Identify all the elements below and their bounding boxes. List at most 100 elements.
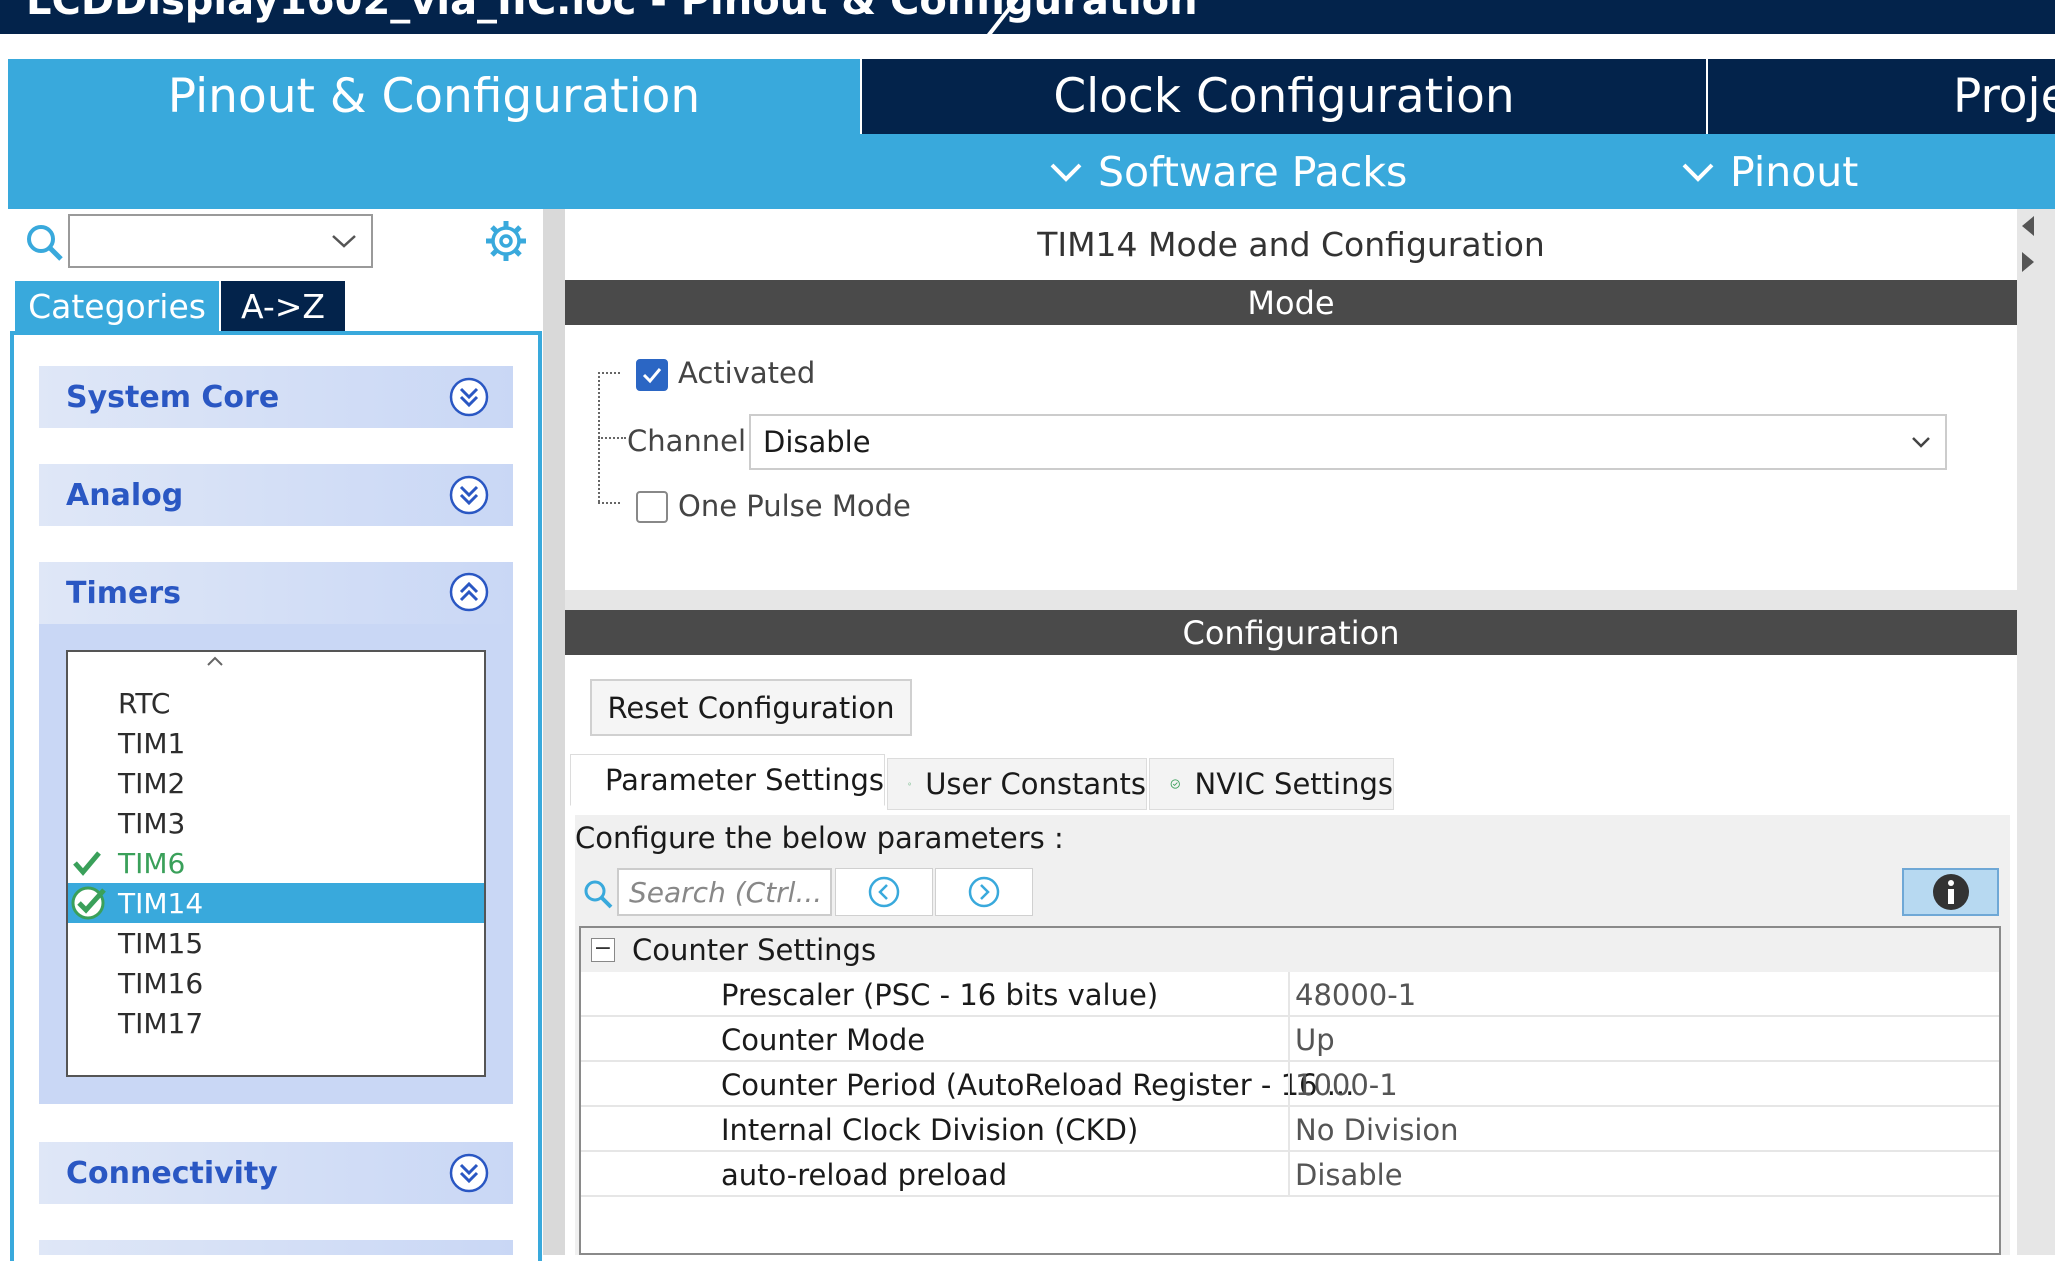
info-button[interactable] [1902,868,1999,916]
one-pulse-mode-checkbox[interactable] [636,491,668,523]
category-label: System Core [66,379,280,415]
category-label: Connectivity [66,1155,278,1191]
table-row[interactable]: Internal Clock Division (CKD) No Divisio… [581,1107,1999,1152]
tab-parameter-settings[interactable]: Parameter Settings [570,754,885,806]
panel-splitter[interactable] [543,209,565,1255]
double-chevron-down-icon[interactable] [448,376,490,418]
table-row[interactable]: auto-reload preload Disable [581,1152,1999,1197]
category-analog[interactable]: Analog [39,464,513,526]
parameter-search-input[interactable]: Search (Ctrl... [617,868,832,916]
group-label: Counter Settings [632,933,877,967]
right-edge-bar [2017,209,2055,1255]
gear-icon[interactable] [484,219,528,263]
chevron-down-icon [1682,163,1714,182]
table-row[interactable]: Counter Period (AutoReload Register - 16… [581,1062,1999,1107]
scroll-up-icon[interactable] [205,654,225,668]
table-row[interactable]: Counter Mode Up [581,1017,1999,1062]
tab-label: NVIC Settings [1194,767,1394,801]
check-circle-icon [908,782,912,786]
tab-pinout-configuration[interactable]: Pinout & Configuration [8,59,860,134]
collapse-icon[interactable]: − [591,938,615,962]
search-next-button[interactable] [935,868,1033,916]
list-item-label: TIM16 [118,966,204,1000]
column-divider [1288,1107,1290,1152]
parameter-grid: − Counter Settings Prescaler (PSC - 16 b… [579,926,2001,1255]
search-icon[interactable] [24,222,64,262]
column-divider [1288,1152,1290,1197]
table-row[interactable]: Prescaler (PSC - 16 bits value) 48000-1 [581,972,1999,1017]
tab-nvic-settings[interactable]: NVIC Settings [1149,758,1394,810]
param-value[interactable]: No Division [1295,1107,1459,1152]
double-chevron-down-icon[interactable] [448,1152,490,1194]
category-next-partial[interactable] [39,1240,513,1255]
param-name: Counter Period (AutoReload Register - 16… [721,1067,1355,1102]
list-item-label: RTC [118,686,171,720]
double-chevron-down-icon[interactable] [448,474,490,516]
column-divider [1288,972,1290,1017]
param-name: Counter Mode [721,1022,926,1057]
one-pulse-mode-label: One Pulse Mode [678,489,911,523]
reset-configuration-button[interactable]: Reset Configuration [590,679,912,736]
arrow-right-circle-icon [968,876,1000,908]
list-item-tim2[interactable]: TIM2 [68,763,484,803]
tab-categories[interactable]: Categories [15,281,219,331]
tree-line [598,372,620,374]
list-item-rtc[interactable]: RTC [68,683,484,723]
search-combo[interactable] [68,214,373,268]
activated-checkbox[interactable] [636,359,668,391]
category-connectivity[interactable]: Connectivity [39,1142,513,1204]
list-item-tim14[interactable]: TIM14 [68,883,484,923]
param-value[interactable]: 1000-1 [1295,1062,1398,1107]
channel1-label: Channel1 [627,424,765,458]
software-packs-menu[interactable]: Software Packs [1048,134,1407,209]
list-item-tim16[interactable]: TIM16 [68,963,484,1003]
chevron-down-icon [1050,163,1082,182]
list-item-label: TIM3 [118,806,186,840]
pinout-menu-label: Pinout [1730,147,1859,196]
list-item-tim1[interactable]: TIM1 [68,723,484,763]
check-icon [73,851,101,876]
counter-settings-group[interactable]: − Counter Settings [581,928,1999,972]
column-divider [1288,1017,1290,1062]
chevron-down-icon[interactable] [1910,434,1932,450]
list-item-label: TIM6 [118,846,186,880]
search-previous-button[interactable] [835,868,933,916]
search-icon [584,880,613,909]
title-bar: LCDDisplay1602_via_IIC.ioc - Pinout & Co… [0,0,2055,34]
list-item-tim17[interactable]: TIM17 [68,1003,484,1043]
category-timers[interactable]: Timers [39,562,513,624]
param-name: Prescaler (PSC - 16 bits value) [721,977,1159,1012]
list-item-tim15[interactable]: TIM15 [68,923,484,963]
category-label: Analog [66,477,184,513]
channel1-select[interactable]: Disable [749,414,1947,470]
param-value[interactable]: 48000-1 [1295,972,1416,1017]
category-system-core[interactable]: System Core [39,366,513,428]
list-item-label: TIM1 [118,726,186,760]
list-item-tim6[interactable]: TIM6 [68,843,484,883]
configuration-section-header: Configuration [565,610,2017,655]
category-label: Timers [66,575,182,611]
tree-line [598,437,626,439]
section-gap [565,590,2017,610]
tab-user-constants[interactable]: User Constants [887,758,1147,810]
tab-project-manager[interactable]: Proje [1708,59,2055,134]
param-value[interactable]: Up [1295,1017,1335,1062]
tab-a-to-z[interactable]: A->Z [221,281,345,331]
arrow-left-circle-icon [868,876,900,908]
software-packs-label: Software Packs [1098,147,1408,196]
list-item-label: TIM2 [118,766,186,800]
collapse-panel-icon[interactable] [2020,212,2036,276]
param-value[interactable]: Disable [1295,1152,1403,1197]
double-chevron-up-icon[interactable] [448,571,490,613]
activated-label: Activated [678,356,816,390]
chevron-down-icon[interactable] [330,232,358,250]
pinout-menu[interactable]: Pinout [1680,134,1858,209]
list-item-label: TIM14 [118,886,204,920]
param-name: Internal Clock Division (CKD) [721,1112,1139,1147]
list-item-label: TIM15 [118,926,204,960]
search-placeholder: Search (Ctrl... [629,875,823,909]
timers-list[interactable]: RTC TIM1 TIM2 TIM3 TIM6 TIM14 TIM15 TIM1… [66,650,486,1077]
tree-line [598,502,620,504]
tab-clock-configuration[interactable]: Clock Configuration [862,59,1706,134]
list-item-tim3[interactable]: TIM3 [68,803,484,843]
